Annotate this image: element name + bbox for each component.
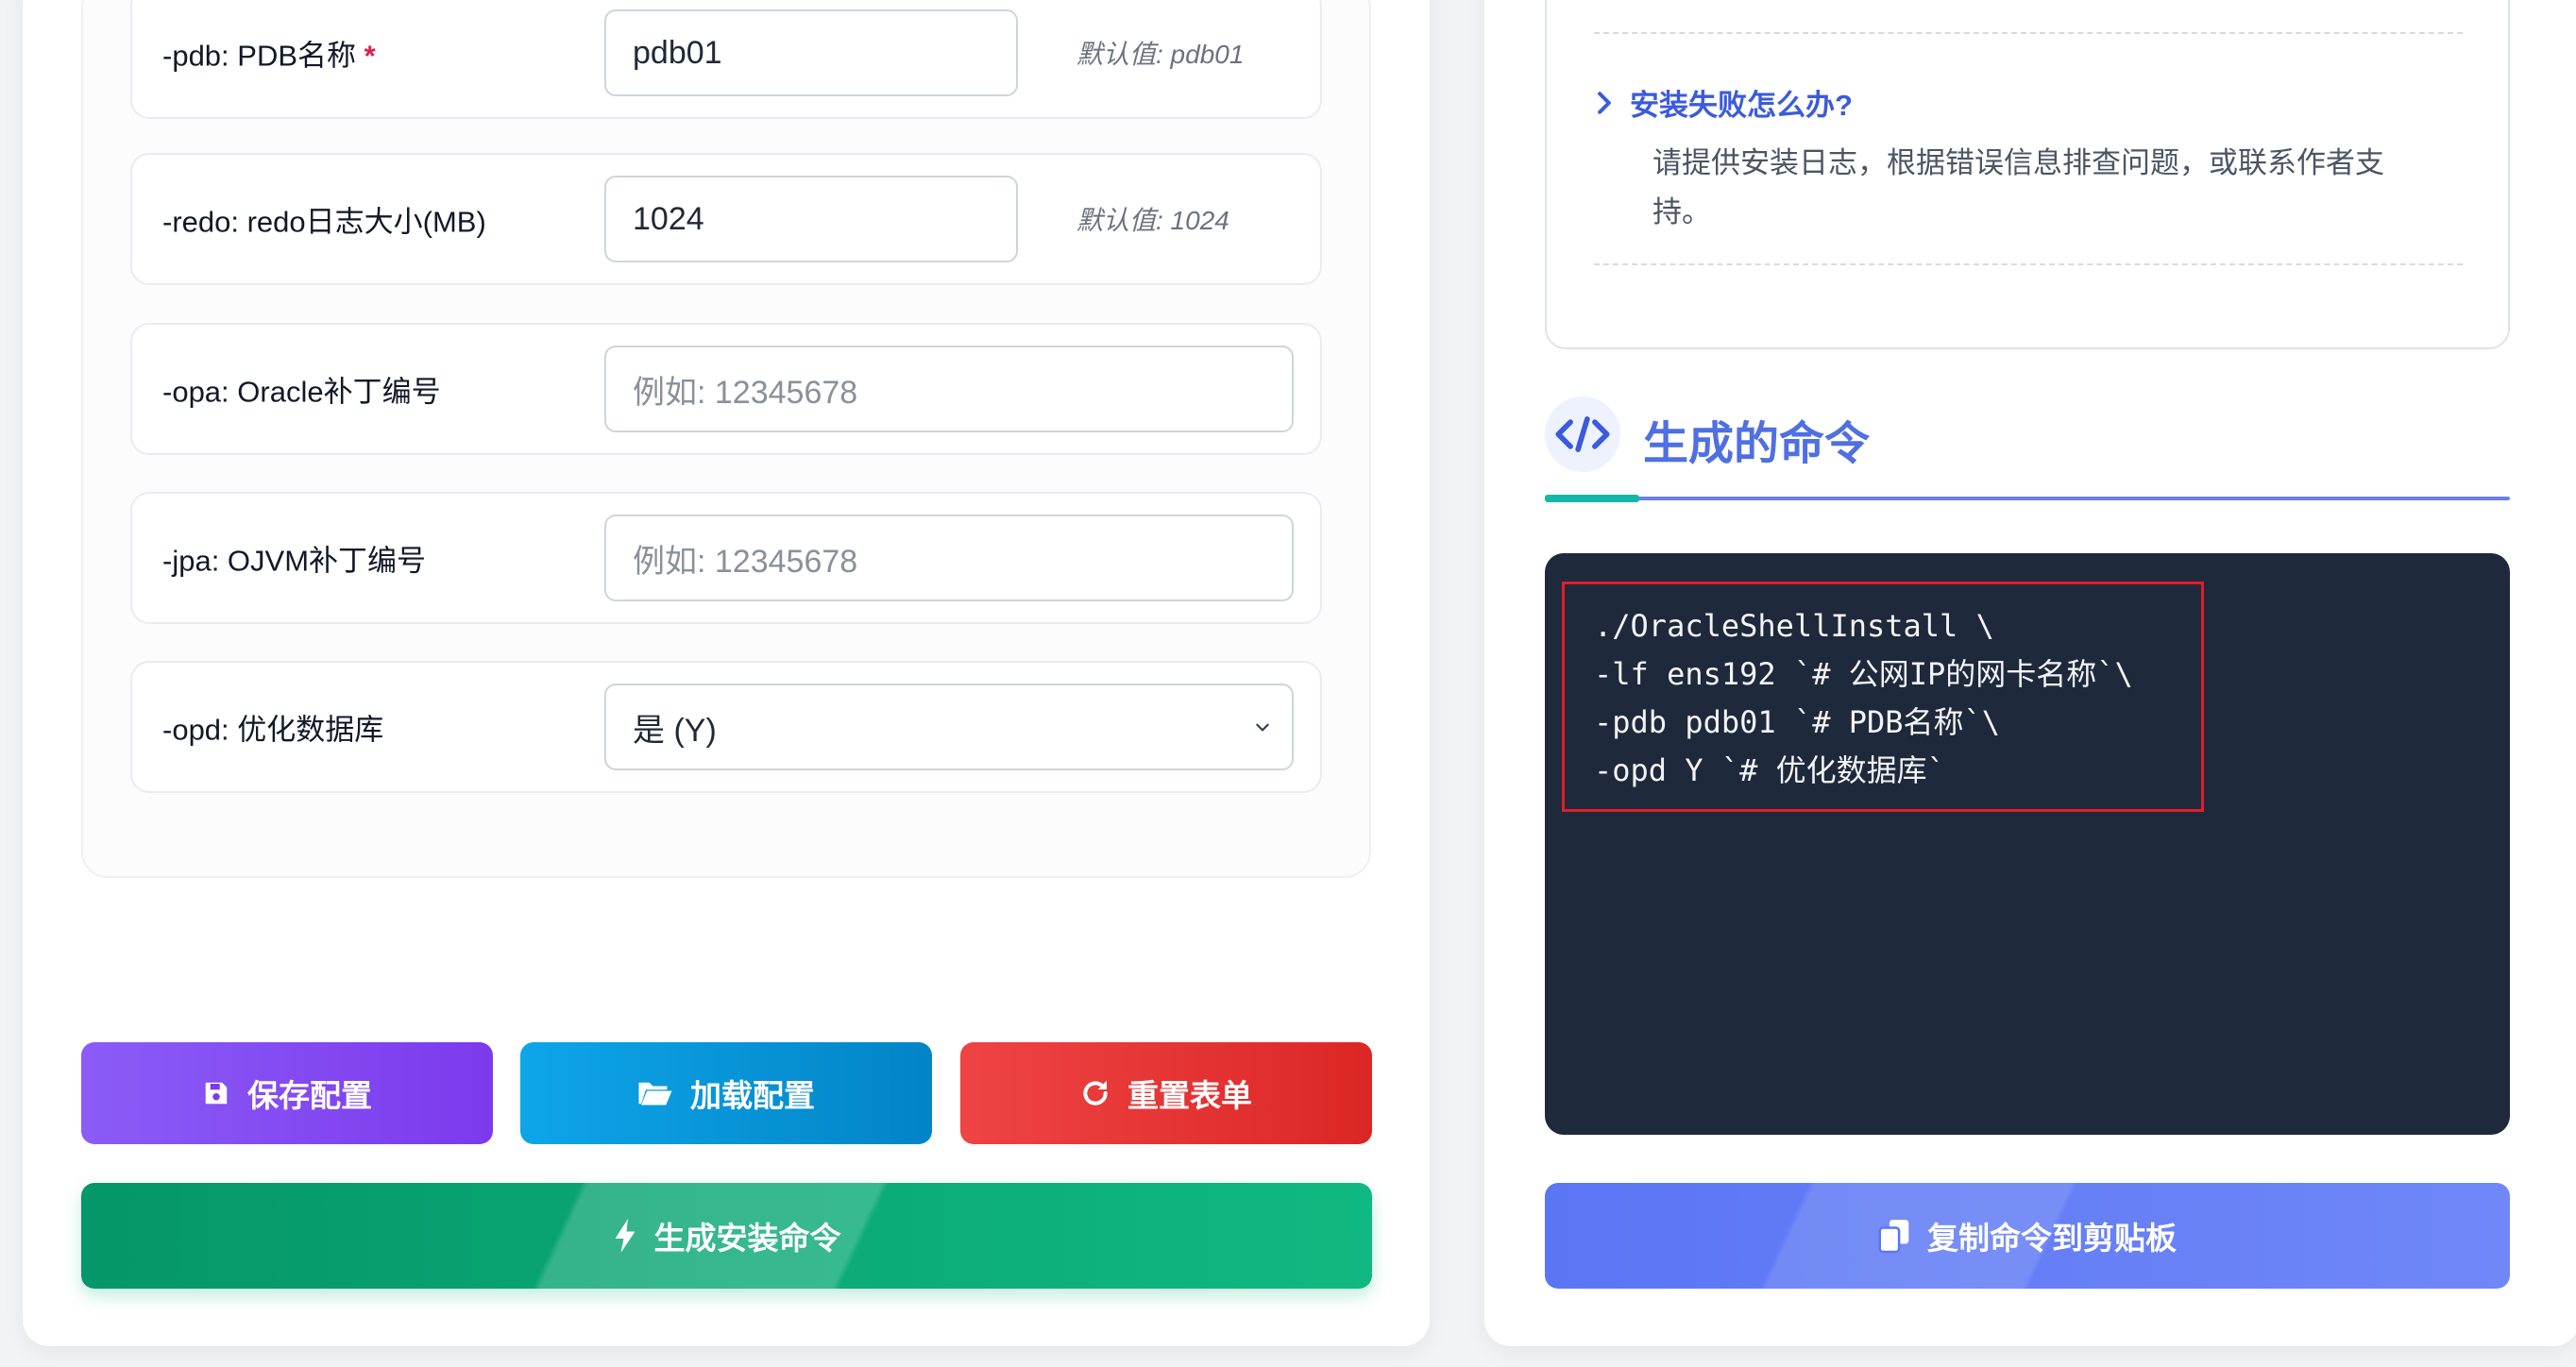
section-underline	[1545, 497, 2510, 500]
chevron-down-icon	[1256, 723, 1269, 732]
divider	[1594, 263, 2463, 265]
opd-label: -opd: 优化数据库	[162, 713, 384, 747]
command-line: -lf ens192 `# 公网IP的网卡名称`\	[1594, 656, 2133, 692]
divider	[1594, 32, 2463, 34]
command-lines: ./OracleShellInstall \ -lf ens192 `# 公网IP…	[1594, 602, 2133, 795]
jpa-label: -jpa: OJVM补丁编号	[162, 544, 427, 578]
redo-default-hint: 默认值: 1024	[1076, 206, 1229, 235]
pdb-default-hint: 默认值: pdb01	[1076, 40, 1245, 69]
redo-label: -redo: redo日志大小(MB)	[162, 205, 486, 239]
generate-command-label: 生成安装命令	[653, 1221, 841, 1256]
form-row-opa: -opa: Oracle补丁编号 例如: 12345678	[130, 323, 1322, 455]
command-line: -pdb pdb01 `# PDB名称`\	[1594, 704, 2001, 740]
opa-label: -opa: Oracle补丁编号	[162, 375, 441, 409]
jpa-patch-input[interactable]: 例如: 12345678	[604, 515, 1294, 601]
faq-answer: 请提供安装日志，根据错误信息排查问题，或联系作者支持。	[1652, 146, 2384, 228]
bolt-icon	[615, 1219, 635, 1253]
copy-icon	[1878, 1220, 1909, 1254]
floppy-disk-icon	[205, 1082, 228, 1105]
opa-patch-input[interactable]: 例如: 12345678	[604, 346, 1294, 432]
copy-command-label: 复制命令到剪贴板	[1927, 1221, 2177, 1256]
command-line: -opd Y `# 优化数据库`	[1594, 752, 1945, 788]
faq-question-text: 安装失败怎么办?	[1630, 89, 1853, 122]
generate-command-button[interactable]: 生成安装命令	[81, 1183, 1372, 1289]
form-row-pdb: -pdb: PDB名称 * pdb01 默认值: pdb01	[130, 0, 1322, 119]
form-row-redo: -redo: redo日志大小(MB) 1024 默认值: 1024	[130, 153, 1322, 285]
redo-size-input[interactable]: 1024	[604, 176, 1018, 262]
opd-select[interactable]: 是 (Y)	[604, 684, 1294, 770]
pdb-label: -pdb: PDB名称 *	[162, 39, 376, 73]
command-output-box[interactable]: ./OracleShellInstall \ -lf ens192 `# 公网IP…	[1545, 553, 2510, 1135]
chevron-right-icon	[1598, 91, 1611, 114]
required-mark: *	[364, 39, 376, 73]
load-config-label: 加载配置	[690, 1078, 815, 1113]
folder-open-icon	[638, 1082, 672, 1105]
section-underline-accent	[1545, 495, 1639, 502]
form-row-opd: -opd: 优化数据库 是 (Y)	[130, 661, 1322, 793]
reset-form-button[interactable]: 重置表单	[960, 1042, 1372, 1144]
faq-question[interactable]: 安装失败怎么办?	[1594, 81, 1853, 124]
save-config-label: 保存配置	[247, 1078, 372, 1113]
pdb-name-input[interactable]: pdb01	[604, 9, 1018, 96]
command-line: ./OracleShellInstall \	[1594, 608, 1994, 644]
rotate-icon	[1083, 1080, 1108, 1105]
opd-selected-value: 是 (Y)	[633, 712, 717, 749]
command-section-title: 生成的命令	[1643, 419, 1871, 469]
faq-card: 安装失败怎么办? 请提供安装日志，根据错误信息排查问题，或联系作者支持。	[1545, 0, 2510, 349]
command-section-header: 生成的命令	[1545, 397, 2510, 508]
code-icon	[1545, 397, 1620, 472]
save-config-button[interactable]: 保存配置	[81, 1042, 493, 1144]
load-config-button[interactable]: 加载配置	[520, 1042, 932, 1144]
copy-command-button[interactable]: 复制命令到剪贴板	[1545, 1183, 2510, 1289]
reset-form-label: 重置表单	[1127, 1078, 1252, 1113]
form-row-jpa: -jpa: OJVM补丁编号 例如: 12345678	[130, 492, 1322, 624]
